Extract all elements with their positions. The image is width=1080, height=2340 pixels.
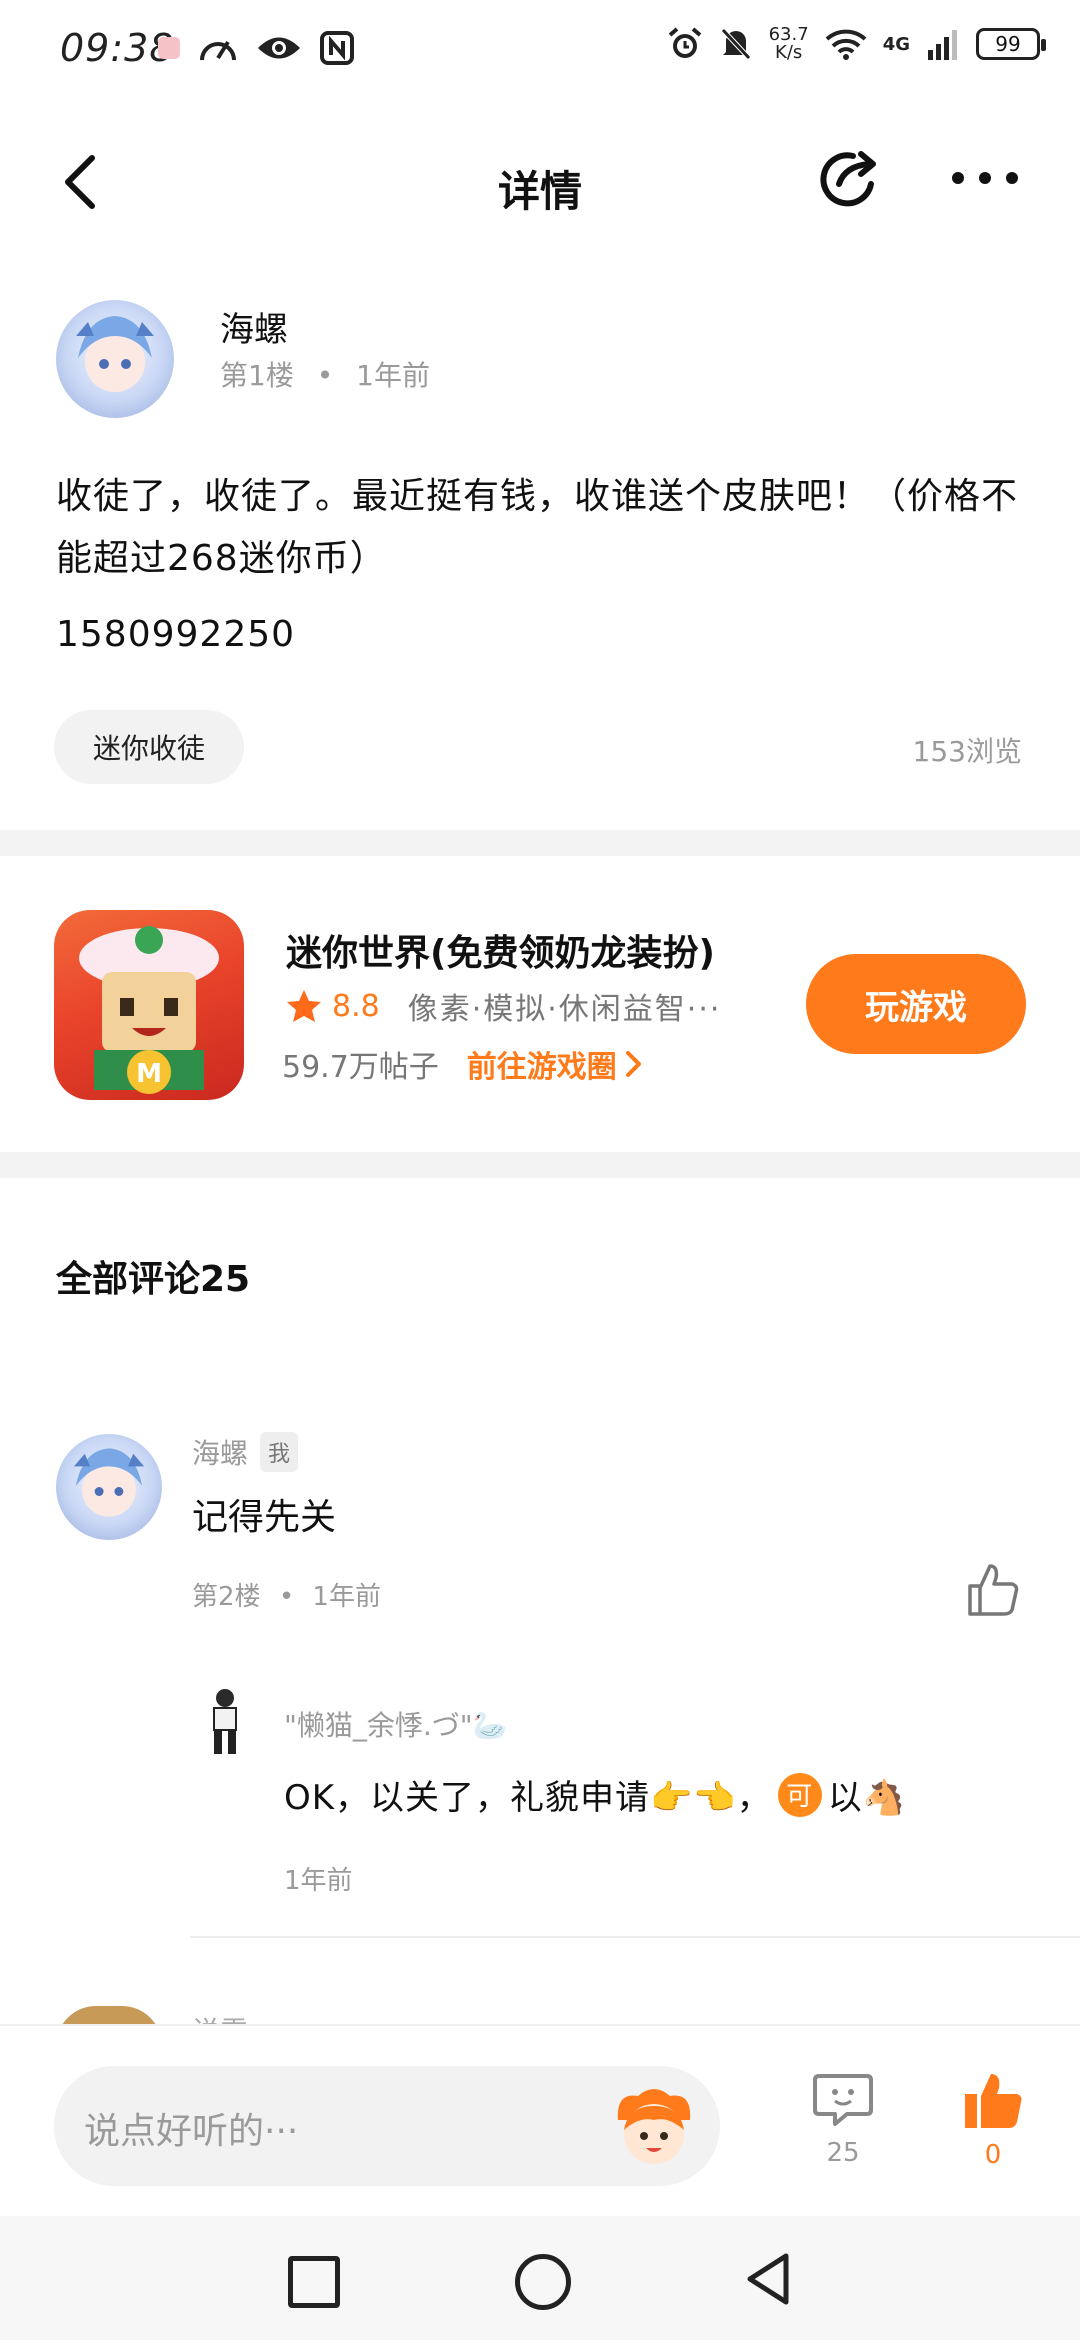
share-button[interactable] <box>815 144 887 216</box>
mascot-emoji-icon[interactable] <box>608 2080 700 2172</box>
reply-emoji-badge: 可 <box>777 1772 822 1817</box>
mute-bell-icon <box>720 28 751 60</box>
reply-text-start: OK，以关了，礼貌申请👉👈， <box>284 1778 772 1818</box>
page-title: 详情 <box>497 167 582 216</box>
post-floor: 第1楼 <box>220 359 294 392</box>
speedometer-icon <box>200 40 236 61</box>
comment-count: 25 <box>826 2138 860 2168</box>
meta-separator: • <box>278 1582 295 1612</box>
signal-icon <box>928 30 957 60</box>
comments-header: 全部评论25 <box>56 1259 251 1300</box>
post-time: 1年前 <box>356 359 430 392</box>
comment-author: 海螺 我 <box>192 1432 299 1472</box>
me-badge: 我 <box>260 1432 299 1472</box>
battery-icon: 99 <box>976 28 1046 60</box>
meta-separator: • <box>316 359 334 392</box>
system-nav-bar <box>0 2216 1080 2340</box>
game-rating-row: 8.8 像素·模拟·休闲益智··· <box>286 984 721 1028</box>
post-author-avatar[interactable] <box>56 300 174 418</box>
status-left-icons <box>158 30 354 66</box>
thumbs-up-filled-icon <box>965 2074 1022 2128</box>
reply-divider <box>190 1936 1080 1938</box>
game-post-count: 59.7万帖子 <box>282 1050 439 1085</box>
post-meta: 第1楼 • 1年前 <box>220 354 430 394</box>
network-speed-unit: K/s <box>775 42 803 63</box>
comment-like-button[interactable] <box>962 1560 1022 1620</box>
status-right-icons: 63.7 K/s 4G 99 <box>667 26 1046 62</box>
svg-text:M: M <box>136 1059 162 1089</box>
status-bar: 09:38 63.7 K/s 4G 99 <box>0 0 1080 100</box>
more-options-button[interactable] <box>948 160 1022 196</box>
comment-author-avatar[interactable] <box>56 1434 162 1540</box>
system-back-button[interactable] <box>744 2252 794 2306</box>
game-name[interactable]: 迷你世界(免费领奶龙装扮) <box>286 924 715 976</box>
game-posts-row: 59.7万帖子 前往游戏圈 <box>282 1042 643 1086</box>
reply-text[interactable]: OK，以关了，礼貌申请👉👈， 可 以🐴 <box>284 1770 906 1819</box>
nfc-icon <box>320 31 354 65</box>
app-notification-icon <box>158 37 180 59</box>
alarm-icon <box>668 27 701 58</box>
game-icon-art: M <box>79 926 219 1094</box>
comments-button[interactable]: 25 <box>810 2070 876 2180</box>
post-body-text: 收徒了，收徒了。最近挺有钱，收谁送个皮肤吧！（价格不能超过268迷你币） <box>56 476 1019 579</box>
network-speed: 63.7 K/s <box>769 26 809 62</box>
recent-apps-button[interactable] <box>288 2256 340 2308</box>
comment-meta: 第2楼 • 1年前 <box>192 1576 381 1613</box>
comment-text[interactable]: 记得先关 <box>192 1488 336 1540</box>
reply-time: 1年前 <box>284 1866 353 1896</box>
post-like-button[interactable]: 0 <box>958 2070 1028 2180</box>
post-author-name[interactable]: 海螺 <box>220 302 288 351</box>
wifi-icon <box>825 29 867 60</box>
game-circle-link-label: 前往游戏圈 <box>466 1050 617 1085</box>
chevron-right-icon <box>625 1051 641 1077</box>
eye-icon <box>258 37 300 59</box>
comment-input-placeholder: 说点好听的··· <box>84 2111 299 2152</box>
title-bar: 详情 <box>0 120 1080 240</box>
star-icon <box>287 990 321 1022</box>
comment-time: 1年前 <box>312 1582 381 1612</box>
comment-bubble-icon <box>813 2074 873 2126</box>
post-tag-chip[interactable]: 迷你收徒 <box>54 710 244 784</box>
play-game-button[interactable]: 玩游戏 <box>806 954 1026 1054</box>
anime-avatar-image <box>76 316 154 392</box>
like-count: 0 <box>984 2140 1002 2170</box>
game-app-icon[interactable]: M <box>54 910 244 1100</box>
reply-text-end: 以🐴 <box>827 1778 907 1818</box>
battery-level: 99 <box>995 32 1021 56</box>
network-type: 4G <box>882 33 910 55</box>
section-divider <box>0 1152 1080 1178</box>
game-rating: 8.8 <box>332 988 380 1024</box>
post-phone-number: 1580992250 <box>56 614 296 655</box>
game-circle-link[interactable]: 前往游戏圈 <box>467 1042 643 1086</box>
reply-author-avatar[interactable] <box>200 1686 250 1756</box>
post-view-count: 153浏览 <box>912 735 1022 768</box>
comment-input[interactable]: 说点好听的··· <box>54 2066 720 2186</box>
comment-author-name[interactable]: 海螺 <box>192 1432 248 1472</box>
home-button[interactable] <box>515 2254 571 2310</box>
reply-author-name[interactable]: "懒猫_余悸.づ"🦢 <box>284 1704 508 1744</box>
bottom-comment-bar: 说点好听的··· 25 0 <box>0 2024 1080 2218</box>
anime-avatar-image <box>73 1448 145 1517</box>
comment-floor: 第2楼 <box>192 1582 261 1612</box>
game-tags: 像素·模拟·休闲益智··· <box>407 992 722 1027</box>
section-divider <box>0 830 1080 856</box>
